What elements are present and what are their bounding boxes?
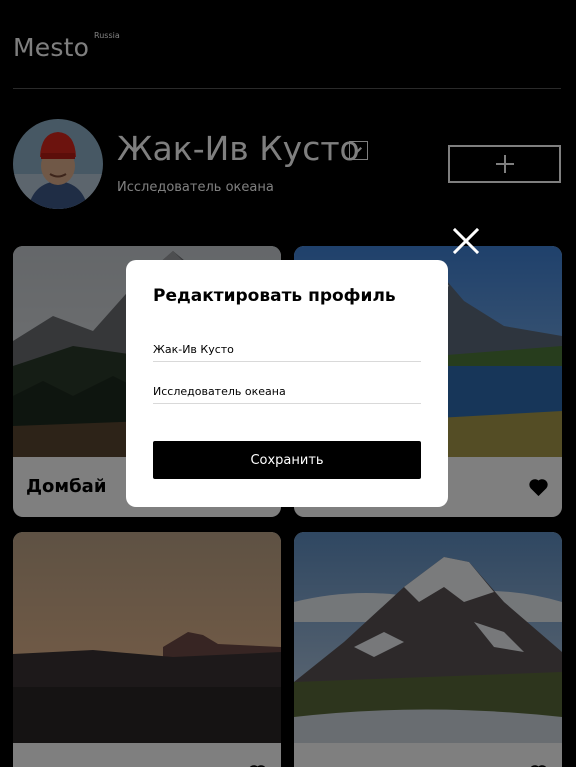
edit-profile-popup: Редактировать профиль Сохранить — [126, 260, 448, 507]
popup-title: Редактировать профиль — [153, 286, 396, 306]
about-input[interactable] — [153, 380, 421, 404]
save-button[interactable]: Сохранить — [153, 441, 421, 479]
name-input[interactable] — [153, 338, 421, 362]
close-icon[interactable] — [451, 226, 481, 256]
